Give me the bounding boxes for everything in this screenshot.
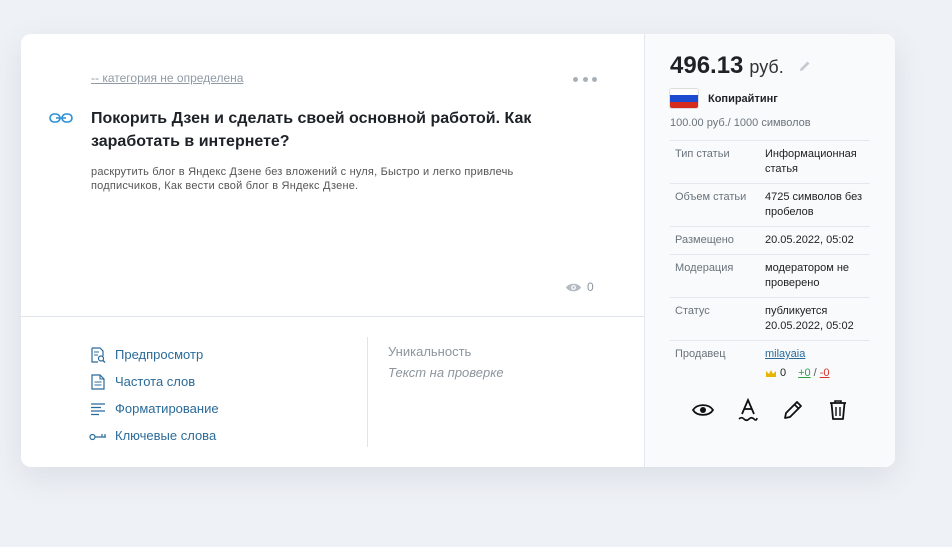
views-counter: 0	[565, 280, 594, 294]
edit-button[interactable]	[780, 397, 805, 422]
article-keywords: раскрутить блог в Яндекс Дзене без вложе…	[91, 166, 514, 192]
tools-divider	[367, 337, 368, 447]
key-icon	[89, 427, 107, 445]
info-key: Объем статьи	[675, 191, 747, 203]
uniqueness-label: Уникальность	[388, 344, 472, 359]
info-row-volume: Объем статьи 4725 символов без пробелов	[670, 183, 870, 226]
info-row-seller: Продавец milayaia 0 +0 / -0	[670, 340, 870, 387]
preview-icon	[89, 346, 107, 364]
info-key: Модерация	[675, 262, 734, 274]
eye-icon	[691, 403, 714, 416]
sidebar-category: Копирайтинг	[708, 92, 778, 105]
word-frequency-label: Частота слов	[115, 374, 196, 389]
article-card: -- категория не определена Покорить Дзен…	[21, 34, 895, 467]
delete-button[interactable]	[825, 397, 850, 422]
price-block: 496.13 руб.	[670, 52, 812, 80]
seller-negative-link[interactable]: -0	[820, 366, 830, 381]
pencil-icon	[783, 400, 802, 419]
spellcheck-button[interactable]	[735, 397, 760, 422]
keywords-button[interactable]: Ключевые слова	[89, 422, 219, 449]
info-key: Статус	[675, 305, 710, 317]
document-icon	[89, 373, 107, 391]
info-value: 20.05.2022, 05:02	[765, 234, 854, 246]
action-bar	[690, 397, 850, 422]
info-row-type: Тип статьи Информационная статья	[670, 140, 870, 183]
info-key: Тип статьи	[675, 148, 730, 160]
trash-icon	[829, 399, 846, 420]
price-rate: 100.00 руб./ 1000 символов	[670, 117, 811, 129]
views-count: 0	[587, 280, 594, 294]
page-top-strip	[0, 0, 952, 8]
more-dot-icon	[592, 76, 597, 82]
seller-link[interactable]: milayaia	[765, 348, 805, 360]
seller-separator: /	[813, 367, 817, 379]
info-row-posted: Размещено 20.05.2022, 05:02	[670, 226, 870, 254]
info-value: модератором не проверено	[765, 262, 850, 289]
category-row: Копирайтинг	[670, 89, 778, 108]
more-dot-icon	[573, 76, 578, 82]
formatting-label: Форматирование	[115, 401, 219, 416]
article-title[interactable]: Покорить Дзен и сделать своей основной р…	[91, 107, 561, 153]
seller-crowns: 0	[780, 367, 787, 379]
word-frequency-button[interactable]: Частота слов	[89, 368, 219, 395]
formatting-button[interactable]: Форматирование	[89, 395, 219, 422]
info-value: публикуется 20.05.2022, 05:02	[765, 305, 854, 332]
text-align-icon	[89, 400, 107, 418]
info-key: Продавец	[675, 348, 726, 360]
crown-icon	[766, 369, 776, 377]
info-value: 4725 символов без пробелов	[765, 191, 862, 218]
uniqueness-block: Уникальность Текст на проверке	[388, 344, 504, 380]
edit-price-icon[interactable]	[798, 59, 812, 73]
preview-button[interactable]: Предпросмотр	[89, 341, 219, 368]
info-key: Размещено	[675, 234, 734, 246]
section-divider	[21, 316, 644, 317]
article-sidebar: 496.13 руб. Копирайтинг 100.00 руб./ 100…	[644, 34, 895, 467]
price-currency: руб.	[749, 57, 784, 77]
seller-positive-link[interactable]: +0	[798, 366, 811, 381]
seller-block: milayaia 0 +0 / -0	[765, 347, 830, 381]
keywords-label: Ключевые слова	[115, 428, 217, 443]
uniqueness-value: Текст на проверке	[388, 365, 504, 380]
info-row-status: Статус публикуется 20.05.2022, 05:02	[670, 297, 870, 340]
russia-flag-icon	[670, 89, 698, 108]
seller-stats: 0 +0 / -0	[765, 366, 830, 381]
info-value: Информационная статья	[765, 148, 857, 175]
tools-list: Предпросмотр Частота слов Форматирование…	[89, 341, 219, 449]
preview-label: Предпросмотр	[115, 347, 204, 362]
view-button[interactable]	[690, 397, 715, 422]
info-table: Тип статьи Информационная статья Объем с…	[670, 140, 870, 387]
more-options-button[interactable]	[573, 72, 597, 86]
spellcheck-icon	[737, 397, 758, 421]
price-value: 496.13	[670, 52, 744, 79]
info-row-moderation: Модерация модератором не проверено	[670, 254, 870, 297]
link-icon	[49, 113, 73, 123]
more-dot-icon	[582, 76, 588, 82]
article-main: -- категория не определена Покорить Дзен…	[21, 34, 644, 467]
category-link[interactable]: -- категория не определена	[91, 71, 243, 85]
eye-icon	[566, 283, 581, 291]
